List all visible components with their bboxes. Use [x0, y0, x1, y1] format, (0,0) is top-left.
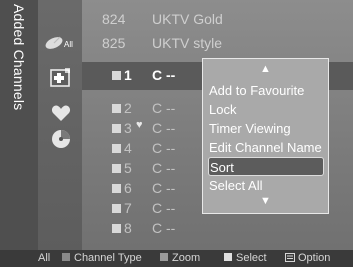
channel-name: C -- — [152, 160, 176, 176]
channel-name: UKTV Gold — [152, 11, 223, 27]
bottom-help-bar: All Channel Type Zoom Select Option — [0, 250, 353, 267]
channel-type-marker — [112, 71, 121, 80]
side-tab-label: Added Channels — [11, 4, 27, 111]
all-icon-label: All — [64, 40, 73, 49]
added-channels-icon[interactable] — [50, 67, 72, 89]
channel-row[interactable]: 824 UKTV Gold — [82, 6, 353, 32]
channel-type-marker — [112, 184, 121, 193]
channel-type-key-icon — [62, 253, 70, 261]
scroll-down-arrow-icon[interactable]: ▼ — [203, 195, 328, 207]
channel-number: 6 — [124, 180, 132, 196]
menu-item-sort[interactable]: Sort — [208, 157, 324, 176]
channel-list-screen: Added Channels All 824 UKTV Gold 825 UKT… — [0, 0, 353, 267]
channel-type-marker — [112, 224, 121, 233]
channel-type-marker — [112, 144, 121, 153]
help-channel-type: Channel Type — [62, 252, 142, 264]
menu-item-select-all[interactable]: Select All — [208, 176, 324, 195]
channel-number: 3 — [124, 120, 132, 136]
channel-number: 5 — [124, 160, 132, 176]
channel-name: C -- — [152, 200, 176, 216]
channel-type-marker — [112, 164, 121, 173]
help-option-label: Option — [298, 252, 331, 264]
channel-name: C -- — [152, 100, 176, 116]
channel-number: 2 — [124, 100, 132, 116]
menu-item-lock[interactable]: Lock — [208, 100, 324, 119]
help-select-label: Select — [236, 252, 267, 264]
favourite-heart-icon: ♥ — [136, 119, 143, 131]
option-menu-icon — [285, 253, 295, 262]
help-all: All — [38, 252, 51, 264]
favourite-heart-icon[interactable] — [51, 104, 71, 122]
menu-item-edit-channel-name[interactable]: Edit Channel Name — [208, 138, 324, 157]
help-select: Select — [224, 252, 267, 264]
satellite-dish-icon — [45, 36, 63, 49]
help-zoom-label: Zoom — [172, 252, 201, 264]
channel-number: 1 — [124, 67, 132, 83]
help-option: Option — [285, 252, 330, 264]
help-channel-type-label: Channel Type — [74, 252, 142, 264]
channel-type-marker — [112, 124, 121, 133]
channel-name: C -- — [152, 180, 176, 196]
channel-number: 8 — [124, 220, 132, 236]
channel-row[interactable]: 8 C -- — [82, 215, 353, 241]
channel-name: C -- — [152, 220, 176, 236]
help-zoom: Zoom — [160, 252, 200, 264]
channel-row[interactable]: 825 UKTV style — [82, 30, 353, 56]
channel-type-marker — [112, 104, 121, 113]
select-key-icon — [224, 253, 232, 261]
zoom-key-icon — [160, 253, 168, 261]
options-popup-menu: ▲ Add to Favourite Lock Timer Viewing Ed… — [202, 58, 329, 214]
channel-name: UKTV style — [152, 35, 223, 51]
scroll-up-arrow-icon[interactable]: ▲ — [203, 63, 328, 75]
all-channels-icon[interactable]: All — [44, 34, 78, 54]
timer-clock-icon[interactable] — [50, 128, 72, 150]
channel-number: 824 — [102, 11, 126, 27]
channel-name: C -- — [152, 67, 176, 83]
channel-type-marker — [112, 204, 121, 213]
channel-name: C -- — [152, 120, 176, 136]
side-tab[interactable]: Added Channels — [0, 0, 38, 250]
channel-number: 7 — [124, 200, 132, 216]
menu-item-add-to-favourite[interactable]: Add to Favourite — [208, 81, 324, 100]
menu-item-timer-viewing[interactable]: Timer Viewing — [208, 119, 324, 138]
channel-number: 825 — [102, 35, 126, 51]
category-icon-column: All — [38, 0, 82, 250]
channel-name: C -- — [152, 140, 176, 156]
channel-number: 4 — [124, 140, 132, 156]
